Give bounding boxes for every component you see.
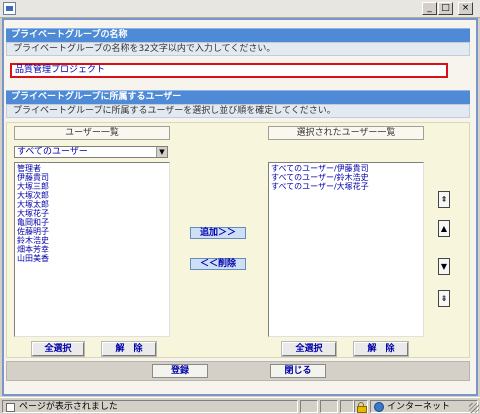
resize-grip-icon[interactable]: [469, 403, 479, 413]
status-message-cell: ページが表示されました: [2, 400, 298, 413]
status-cell: [320, 400, 338, 413]
user-list-title: ユーザー一覧: [14, 126, 170, 140]
list-item[interactable]: 鈴木浩史: [17, 236, 167, 245]
window-titlebar[interactable]: _ □ ×: [0, 0, 480, 18]
list-item[interactable]: すべてのユーザー/鈴木浩史: [271, 173, 421, 182]
clear-users-button[interactable]: 解 除: [102, 342, 156, 356]
minimize-button[interactable]: _: [422, 2, 437, 15]
list-item[interactable]: すべてのユーザー/大塚花子: [271, 182, 421, 191]
list-item[interactable]: 大塚三郎: [17, 182, 167, 191]
list-item[interactable]: 伊藤貴司: [17, 173, 167, 182]
footer-bar: [6, 361, 470, 381]
add-button[interactable]: 追加＞＞: [190, 227, 246, 239]
lock-cell: [354, 400, 368, 413]
list-item[interactable]: 大塚次郎: [17, 191, 167, 200]
move-bottom-icon[interactable]: ⇟: [438, 290, 450, 307]
list-item[interactable]: すべてのユーザー/伊藤貴司: [271, 164, 421, 173]
list-item[interactable]: 大塚太郎: [17, 200, 167, 209]
member-heading: プライベートグループに所属するユーザー: [6, 90, 470, 104]
list-item[interactable]: 山田美香: [17, 254, 167, 263]
close-button[interactable]: ×: [458, 2, 473, 15]
list-item[interactable]: 管理者: [17, 164, 167, 173]
remove-button[interactable]: ＜＜削除: [190, 258, 246, 270]
globe-icon: [374, 402, 384, 412]
selected-list-title: 選択されたユーザー一覧: [268, 126, 424, 140]
user-listbox[interactable]: 管理者 伊藤貴司 大塚三郎 大塚次郎 大塚太郎 大塚花子 亀岡和子 佐藤明子 鈴…: [14, 162, 170, 337]
move-down-icon[interactable]: ▼: [438, 258, 450, 275]
list-item[interactable]: 大塚花子: [17, 209, 167, 218]
chevron-down-icon[interactable]: ▼: [156, 147, 167, 157]
maximize-button[interactable]: □: [438, 2, 453, 15]
status-cell: [300, 400, 318, 413]
group-name-input[interactable]: 品質管理プロジェクト: [10, 63, 448, 78]
status-cell: [340, 400, 354, 413]
select-all-selected-button[interactable]: 全選択: [282, 342, 336, 356]
user-filter-select[interactable]: すべてのユーザー ▼: [14, 146, 168, 158]
selected-listbox[interactable]: すべてのユーザー/伊藤貴司 すべてのユーザー/鈴木浩史 すべてのユーザー/大塚花…: [268, 162, 424, 337]
list-item[interactable]: 畑本芳幸: [17, 245, 167, 254]
status-message: ページが表示されました: [19, 402, 118, 412]
register-button[interactable]: 登録: [152, 364, 208, 378]
page-done-icon: [6, 403, 15, 412]
list-item[interactable]: 佐藤明子: [17, 227, 167, 236]
group-name-description: プライベートグループの名称を32文字以内で入力してください。: [6, 42, 470, 56]
list-item[interactable]: 亀岡和子: [17, 218, 167, 227]
lock-icon: [357, 402, 367, 413]
member-description: プライベートグループに所属するユーザーを選択し並び順を確定してください。: [6, 104, 470, 118]
clear-selected-button[interactable]: 解 除: [354, 342, 408, 356]
zone-label: インターネット: [387, 402, 451, 412]
app-icon: [3, 2, 16, 15]
close-dialog-button[interactable]: 閉じる: [270, 364, 326, 378]
move-top-icon[interactable]: ⇞: [438, 191, 450, 208]
select-all-users-button[interactable]: 全選択: [32, 342, 84, 356]
group-name-heading: プライベートグループの名称: [6, 28, 470, 42]
statusbar: ページが表示されました インターネット: [0, 397, 480, 414]
zone-cell: インターネット: [370, 400, 478, 413]
move-up-icon[interactable]: ▲: [438, 220, 450, 237]
user-filter-value: すべてのユーザー: [17, 147, 88, 157]
